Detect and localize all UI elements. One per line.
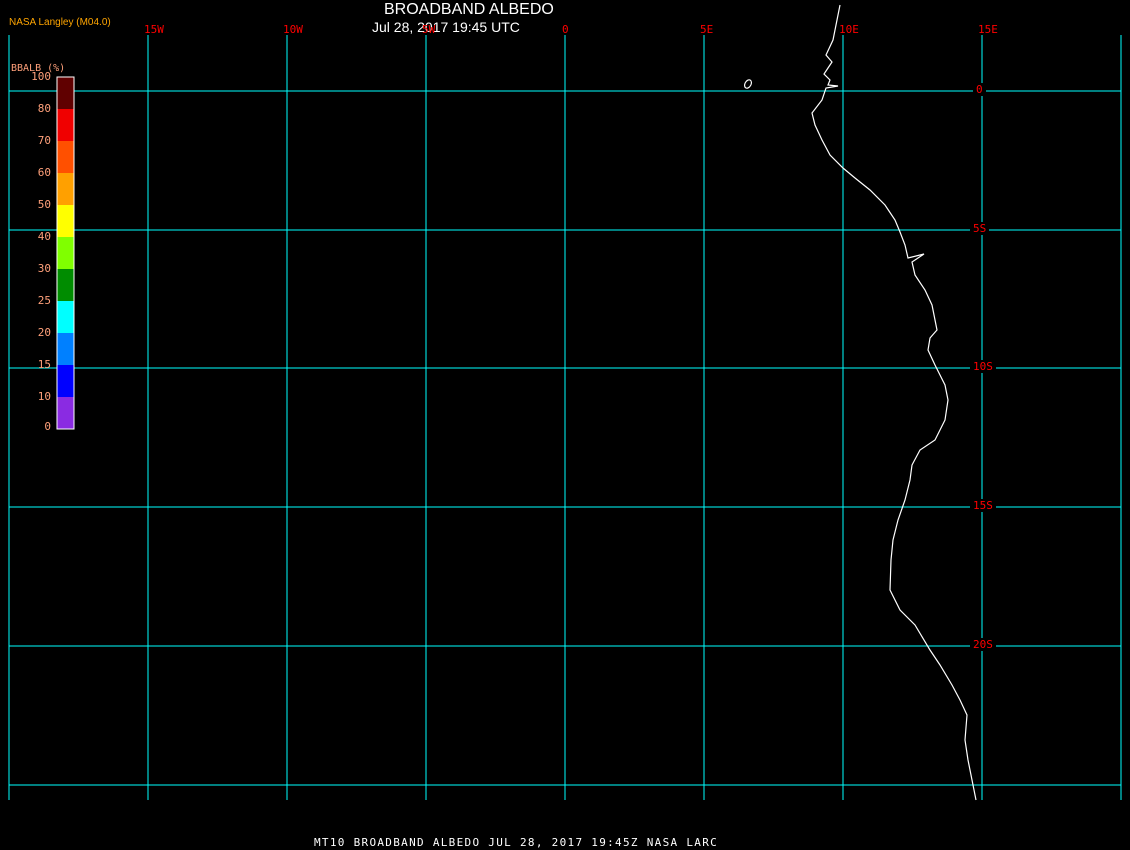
latitude-label: 5S [970, 222, 990, 235]
credit-label: NASA Langley (M04.0) [9, 17, 111, 28]
colorbar-tick-label: 60 [37, 166, 51, 179]
colorbar-tick-label: 25 [37, 294, 51, 307]
colorbar-segment [57, 173, 74, 205]
longitude-label: 0 [562, 23, 569, 36]
longitude-label: 15E [978, 23, 998, 36]
colorbar-segment [57, 301, 74, 333]
colorbar-tick-label: 40 [37, 230, 51, 243]
colorbar-tick-label: 100 [31, 70, 51, 83]
map-timestamp: Jul 28, 2017 19:45 UTC [372, 19, 520, 35]
longitude-label: 15W [144, 23, 164, 36]
longitude-label: 5E [700, 23, 714, 36]
coastline [811, 4, 977, 801]
map-canvas [8, 4, 1122, 801]
footer-caption: MT10 BROADBAND ALBEDO JUL 28, 2017 19:45… [314, 836, 719, 849]
colorbar-segment [57, 141, 74, 173]
colorbar-tick-label: 70 [37, 134, 51, 147]
colorbar-segment [57, 237, 74, 269]
map-title: BROADBAND ALBEDO [384, 1, 554, 18]
colorbar-segment [57, 269, 74, 301]
colorbar-tick-label: 30 [37, 262, 51, 275]
colorbar-tick-label: 80 [37, 102, 51, 115]
colorbar-segment [57, 109, 74, 141]
colorbar-tick-label: 20 [37, 326, 51, 339]
colorbar-tick-label: 0 [44, 420, 51, 433]
colorbar-segment [57, 205, 74, 237]
colorbar-segment [57, 77, 74, 109]
colorbar-segment [57, 333, 74, 365]
latitude-label: 20S [970, 638, 996, 651]
colorbar-tick-label: 15 [37, 358, 51, 371]
longitude-label: 10W [283, 23, 303, 36]
colorbar-segment [57, 397, 74, 429]
colorbar-tick-label: 50 [37, 198, 51, 211]
colorbar-segment [57, 365, 74, 397]
latitude-label: 10S [970, 360, 996, 373]
longitude-label: 5W [422, 23, 436, 36]
longitude-label: 10E [839, 23, 859, 36]
colorbar-tick-label: 10 [37, 390, 51, 403]
latitude-label: 15S [970, 499, 996, 512]
island-outline [743, 79, 753, 89]
latitude-label: 0 [973, 83, 986, 96]
